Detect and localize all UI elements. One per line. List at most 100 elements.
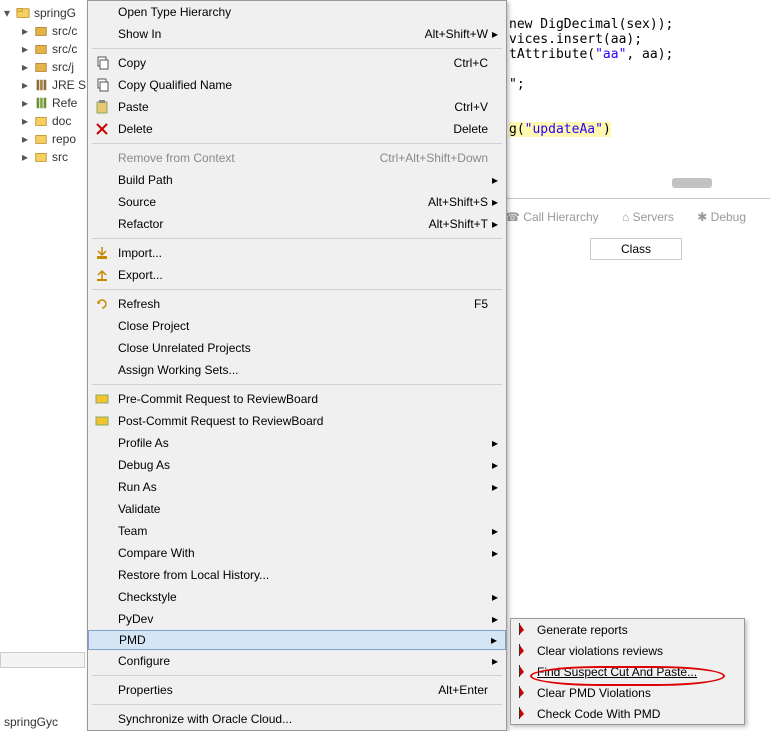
code-editor[interactable]: new DigDecimal(sex)); vices.insert(aa); … [505, 0, 770, 139]
expand-icon[interactable]: ▸ [20, 24, 30, 38]
expand-icon[interactable]: ▸ [20, 42, 30, 56]
expand-icon[interactable]: ▸ [20, 78, 30, 92]
submenu-arrow-icon: ▸ [488, 195, 498, 209]
menu-item-close-project[interactable]: Close Project [88, 315, 506, 337]
submenu-item-generate-reports[interactable]: Generate reports [511, 619, 744, 640]
project-tree[interactable]: ▾ springG ▸src/c ▸src/c ▸src/j ▸JRE S ▸R… [0, 0, 100, 670]
tree-item[interactable]: ▸JRE S [2, 76, 98, 94]
menu-label: Checkstyle [118, 590, 488, 604]
menu-item-delete[interactable]: DeleteDelete [88, 118, 506, 140]
expand-icon[interactable]: ▸ [20, 150, 30, 164]
tree-root-label: springG [34, 6, 76, 20]
expand-icon[interactable]: ▸ [20, 96, 30, 110]
menu-shortcut: Alt+Shift+S [428, 195, 488, 209]
pmd-submenu[interactable]: Generate reports Clear violations reviews… [510, 618, 745, 725]
menu-item-build-path[interactable]: Build Path▸ [88, 169, 506, 191]
submenu-item-check-code-with-pmd[interactable]: Check Code With PMD [511, 703, 744, 724]
menu-item-pydev[interactable]: PyDev▸ [88, 608, 506, 630]
expand-icon[interactable]: ▸ [20, 132, 30, 146]
context-menu[interactable]: Open Type HierarchyShow InAlt+Shift+W▸ Co… [87, 0, 507, 731]
submenu-item-clear-violations-reviews[interactable]: Clear violations reviews [511, 640, 744, 661]
menu-item-source[interactable]: SourceAlt+Shift+S▸ [88, 191, 506, 213]
submenu-item-find-suspect-cut-and-paste[interactable]: Find Suspect Cut And Paste... [511, 661, 744, 682]
tree-item[interactable]: ▸repo [2, 130, 98, 148]
class-column-header[interactable]: Class [590, 238, 682, 260]
menu-shortcut: Ctrl+V [454, 100, 488, 114]
code-line: g("updateAa") [509, 122, 611, 137]
menu-item-paste[interactable]: PasteCtrl+V [88, 96, 506, 118]
submenu-label: Find Suspect Cut And Paste... [537, 665, 736, 679]
code-line: vices.insert(aa); [509, 32, 642, 47]
menu-item-export[interactable]: Export... [88, 264, 506, 286]
menu-item-open-type-hierarchy[interactable]: Open Type Hierarchy [88, 1, 506, 23]
menu-label: Refresh [118, 297, 474, 311]
menu-item-copy-qualified-name[interactable]: Copy Qualified Name [88, 74, 506, 96]
submenu-arrow-icon: ▸ [488, 654, 498, 668]
pmd-icon [516, 685, 530, 699]
tree-item[interactable]: ▸Refe [2, 94, 98, 112]
menu-item-copy[interactable]: CopyCtrl+C [88, 52, 506, 74]
view-call-hierarchy[interactable]: ☎ Call Hierarchy [505, 210, 609, 224]
submenu-label: Clear violations reviews [537, 644, 736, 658]
tree-scroll-area[interactable] [0, 652, 85, 668]
menu-item-pre-commit-request-to-reviewboard[interactable]: Pre-Commit Request to ReviewBoard [88, 388, 506, 410]
menu-item-run-as[interactable]: Run As▸ [88, 476, 506, 498]
expand-icon[interactable]: ▸ [20, 114, 30, 128]
tree-item[interactable]: ▸src/j [2, 58, 98, 76]
package-icon [34, 60, 48, 74]
refresh-icon [94, 296, 110, 312]
pmd-icon [516, 706, 530, 720]
menu-label: Restore from Local History... [118, 568, 488, 582]
tree-collapse-icon[interactable]: ▾ [2, 6, 12, 20]
submenu-item-clear-pmd-violations[interactable]: Clear PMD Violations [511, 682, 744, 703]
menu-label: Synchronize with Oracle Cloud... [118, 712, 488, 726]
code-line: tAttribute("aa", aa); [509, 47, 673, 62]
tree-item-label: src [52, 150, 68, 164]
menu-label: Close Project [118, 319, 488, 333]
menu-label: Configure [118, 654, 488, 668]
submenu-arrow-icon: ▸ [488, 590, 498, 604]
menu-item-refresh[interactable]: RefreshF5 [88, 293, 506, 315]
menu-item-profile-as[interactable]: Profile As▸ [88, 432, 506, 454]
menu-label: Validate [118, 502, 488, 516]
view-servers[interactable]: ⌂ Servers [622, 210, 684, 224]
editor-scrollbar-thumb[interactable] [672, 178, 712, 188]
menu-item-close-unrelated-projects[interactable]: Close Unrelated Projects [88, 337, 506, 359]
menu-item-compare-with[interactable]: Compare With▸ [88, 542, 506, 564]
menu-item-import[interactable]: Import... [88, 242, 506, 264]
tree-item[interactable]: ▸src/c [2, 40, 98, 58]
submenu-arrow-icon: ▸ [488, 27, 498, 41]
menu-item-debug-as[interactable]: Debug As▸ [88, 454, 506, 476]
export-icon [94, 267, 110, 283]
menu-item-assign-working-sets[interactable]: Assign Working Sets... [88, 359, 506, 381]
menu-item-checkstyle[interactable]: Checkstyle▸ [88, 586, 506, 608]
menu-item-synchronize-with-oracle-cloud[interactable]: Synchronize with Oracle Cloud... [88, 708, 506, 730]
menu-item-restore-from-local-history[interactable]: Restore from Local History... [88, 564, 506, 586]
copyq-icon [94, 77, 110, 93]
tree-item[interactable]: ▸doc [2, 112, 98, 130]
menu-label: Properties [118, 683, 438, 697]
submenu-label: Clear PMD Violations [537, 686, 736, 700]
menu-item-show-in[interactable]: Show InAlt+Shift+W▸ [88, 23, 506, 45]
menu-item-validate[interactable]: Validate [88, 498, 506, 520]
expand-icon[interactable]: ▸ [20, 60, 30, 74]
tree-item[interactable]: ▸ src [2, 148, 98, 166]
menu-label: Refactor [118, 217, 429, 231]
tree-item[interactable]: ▸src/c [2, 22, 98, 40]
menu-item-team[interactable]: Team▸ [88, 520, 506, 542]
menu-item-pmd[interactable]: PMD▸ [88, 630, 506, 650]
menu-item-properties[interactable]: PropertiesAlt+Enter [88, 679, 506, 701]
library-icon [34, 78, 48, 92]
copy-icon [94, 55, 110, 71]
import-icon [94, 245, 110, 261]
menu-label: Copy Qualified Name [118, 78, 488, 92]
tree-root[interactable]: ▾ springG [2, 4, 98, 22]
menu-shortcut: Delete [453, 122, 488, 136]
menu-item-refactor[interactable]: RefactorAlt+Shift+T▸ [88, 213, 506, 235]
menu-item-post-commit-request-to-reviewboard[interactable]: Post-Commit Request to ReviewBoard [88, 410, 506, 432]
menu-item-configure[interactable]: Configure▸ [88, 650, 506, 672]
submenu-arrow-icon: ▸ [488, 436, 498, 450]
menu-label: Post-Commit Request to ReviewBoard [118, 414, 488, 428]
view-debug[interactable]: ✱ Debug [697, 210, 756, 224]
menu-separator [92, 675, 502, 676]
